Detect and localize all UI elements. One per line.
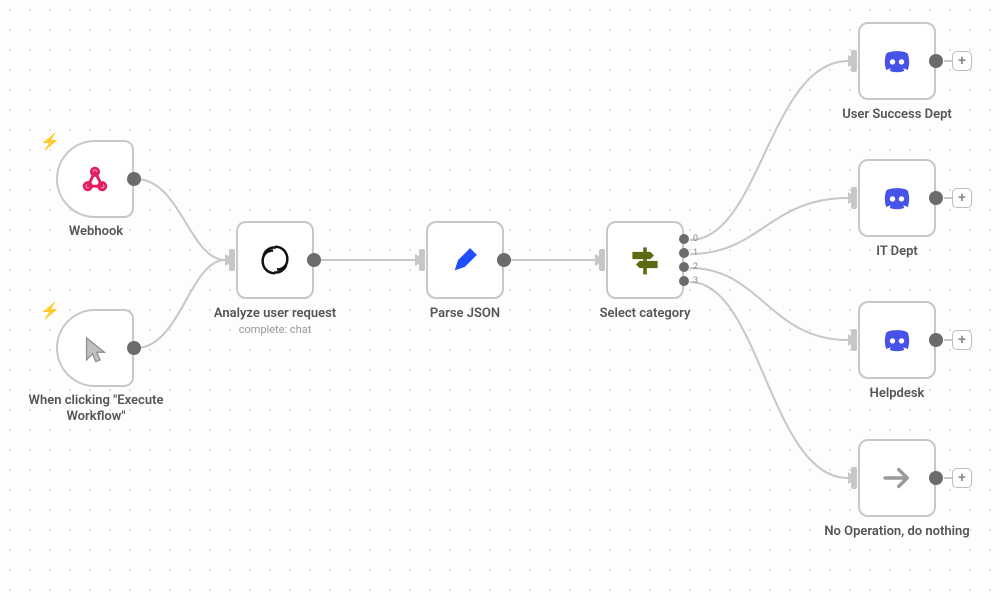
node-no-operation-label: No Operation, do nothing xyxy=(817,524,977,540)
node-analyze[interactable] xyxy=(236,221,314,299)
add-node-button[interactable]: + xyxy=(952,330,972,350)
port-index-2: 2 xyxy=(693,262,698,272)
output-port[interactable] xyxy=(929,333,943,347)
output-port[interactable] xyxy=(929,471,943,485)
add-node-button[interactable]: + xyxy=(952,468,972,488)
node-parse-json[interactable] xyxy=(426,221,504,299)
trigger-bolt-icon: ⚡ xyxy=(40,301,60,320)
node-analyze-subtitle: complete: chat xyxy=(239,323,312,336)
port-index-1: 1 xyxy=(693,248,698,258)
workflow-edges xyxy=(0,0,1000,600)
output-port[interactable] xyxy=(929,191,943,205)
node-webhook[interactable]: ⚡ xyxy=(56,140,134,218)
node-helpdesk[interactable]: + xyxy=(858,301,936,379)
input-port[interactable] xyxy=(599,249,605,271)
input-port[interactable] xyxy=(419,249,425,271)
output-port[interactable] xyxy=(127,341,141,355)
port-index-3: 3 xyxy=(693,276,698,286)
openai-icon xyxy=(255,240,295,280)
port-index-0: 0 xyxy=(693,234,698,244)
node-user-success-dept-label: User Success Dept xyxy=(817,107,977,123)
node-manual-trigger-label: When clicking "Execute Workflow" xyxy=(16,393,176,426)
node-webhook-label: Webhook xyxy=(16,224,176,240)
discord-icon xyxy=(877,178,917,218)
node-analyze-title: Analyze user request xyxy=(214,306,336,321)
discord-icon xyxy=(877,320,917,360)
input-port[interactable] xyxy=(851,467,857,489)
cursor-icon xyxy=(75,328,115,368)
node-no-operation[interactable]: + xyxy=(858,439,936,517)
input-port[interactable] xyxy=(229,249,235,271)
node-manual-trigger[interactable]: ⚡ xyxy=(56,309,134,387)
trigger-bolt-icon: ⚡ xyxy=(40,132,60,151)
node-select-category-label: Select category xyxy=(565,306,725,322)
output-port-0[interactable] xyxy=(679,234,689,244)
node-user-success-dept[interactable]: + xyxy=(858,22,936,100)
arrow-right-icon xyxy=(877,458,917,498)
node-parse-json-label: Parse JSON xyxy=(385,306,545,322)
output-port[interactable] xyxy=(497,253,511,267)
node-helpdesk-label: Helpdesk xyxy=(817,386,977,402)
node-analyze-label: Analyze user request complete: chat xyxy=(195,306,355,339)
input-port[interactable] xyxy=(851,50,857,72)
output-port-3[interactable] xyxy=(679,276,689,286)
discord-icon xyxy=(877,41,917,81)
output-port[interactable] xyxy=(929,54,943,68)
node-it-dept[interactable]: + xyxy=(858,159,936,237)
pencil-icon xyxy=(445,240,485,280)
output-port-1[interactable] xyxy=(679,248,689,258)
input-port[interactable] xyxy=(851,329,857,351)
node-it-dept-label: IT Dept xyxy=(817,244,977,260)
output-port-2[interactable] xyxy=(679,262,689,272)
input-port[interactable] xyxy=(851,187,857,209)
node-select-category[interactable]: 0 1 2 3 xyxy=(606,221,684,299)
signpost-icon xyxy=(625,240,665,280)
add-node-button[interactable]: + xyxy=(952,51,972,71)
webhook-icon xyxy=(75,159,115,199)
output-port[interactable] xyxy=(127,172,141,186)
add-node-button[interactable]: + xyxy=(952,188,972,208)
output-port[interactable] xyxy=(307,253,321,267)
